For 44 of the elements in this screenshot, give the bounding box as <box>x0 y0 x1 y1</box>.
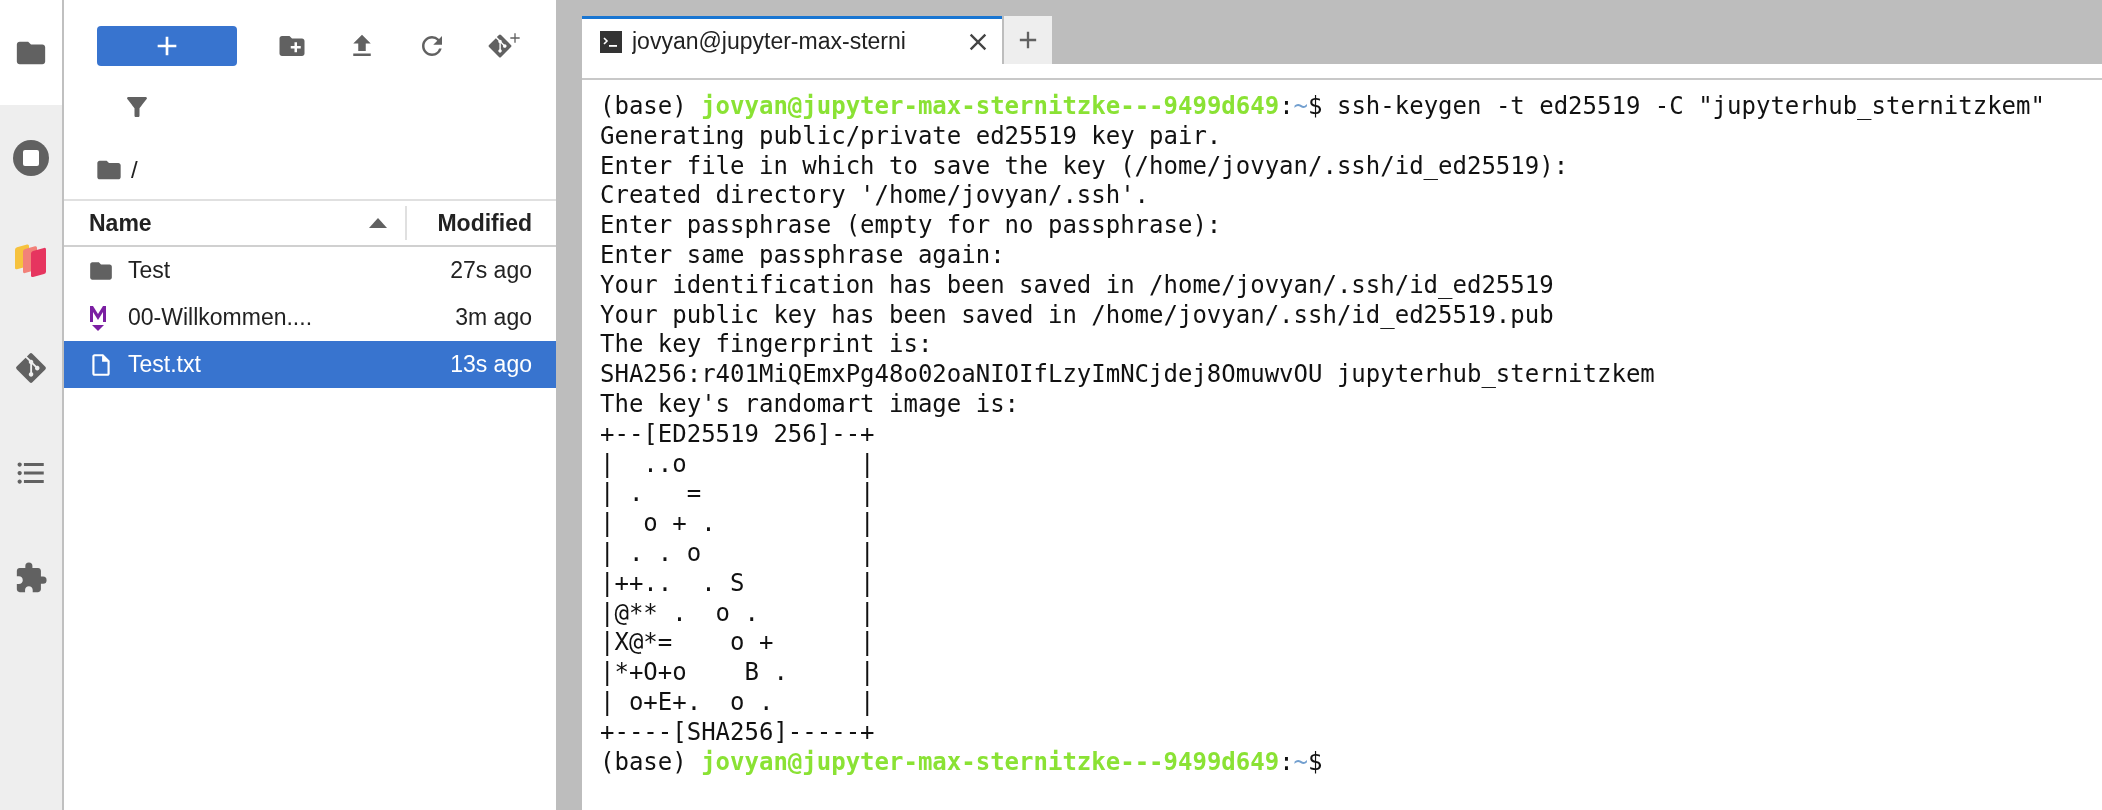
puzzle-icon[interactable] <box>14 560 48 595</box>
modified-time: 3m ago <box>455 304 532 331</box>
modified-time: 13s ago <box>450 351 532 378</box>
terminal-output: The key's randomart image is: <box>600 389 1021 420</box>
terminal-icon <box>600 30 622 53</box>
tab-title: jovyan@jupyter-max-sterni <box>632 28 907 55</box>
terminal-output: |X@*= o + | <box>600 628 876 659</box>
column-label: Name <box>89 209 152 237</box>
terminal-output: Enter same passphrase again: <box>600 241 1006 271</box>
file-row[interactable]: Test.txt 13s ago <box>64 341 556 388</box>
activity-tab[interactable] <box>0 0 62 105</box>
modified-time: 27s ago <box>450 257 532 284</box>
stop-circle-icon[interactable] <box>12 138 50 177</box>
terminal-output: | . = | <box>600 479 876 510</box>
new-tab-button[interactable] <box>1004 16 1052 64</box>
column-header[interactable]: Modified <box>407 209 556 237</box>
file-name: Test.txt <box>128 351 202 378</box>
terminal-output: +----[SHA256]-----+ <box>600 717 876 748</box>
git-icon[interactable] <box>14 350 48 385</box>
terminal-output: Generating public/private ed25519 key pair. <box>600 121 1223 152</box>
terminal-prompt: (base) jovyan@jupyter-max-sternitzke---9499d649:~$ <box>600 747 1324 778</box>
column-header[interactable]: Name <box>64 206 407 240</box>
breadcrumb[interactable]: / <box>131 155 138 184</box>
terminal-output: The key fingerprint is: <box>600 330 934 361</box>
terminal-output: |*+O+o B . | <box>600 658 876 688</box>
terminal-output: Enter passphrase (empty for no passphrase): <box>600 211 1223 241</box>
terminal-output: | . . o | <box>600 538 876 569</box>
file-name: 00-Willkommen.... <box>128 304 314 331</box>
markdown-icon <box>88 303 108 332</box>
terminal-output: +--[ED25519 256]--+ <box>600 419 876 450</box>
terminal-output: |++.. . S | <box>600 568 876 599</box>
terminal-tab[interactable]: jovyan@jupyter-max-sterni <box>582 16 1002 64</box>
terminal-output: |@** . o . | <box>600 598 876 629</box>
terminal-output: Your public key has been saved in /home/jovyan/.ssh/id_ed25519.pub <box>600 300 1555 331</box>
terminal-output: | o+E+. o . | <box>600 687 876 718</box>
terminal-output: Created directory '/home/jovyan/.ssh'. <box>600 181 1151 212</box>
terminal-prompt: (base) jovyan@jupyter-max-sternitzke---9499d649:~$ ssh-keygen -t ed25519 -C "jupyterhub_sternitzkem" <box>600 92 2046 122</box>
terminal-output: Enter file in which to save the key (/home/jovyan/.ssh/id_ed25519): <box>600 151 1570 182</box>
terminal-output: | o + . | <box>600 509 876 539</box>
terminal-output: SHA256:r401MiQEmxPg48o02oaNIOIfLzyImNCjdej8OmuwvOU jupyterhub_sternitzkem <box>600 360 1656 390</box>
terminal-output: Your identification has been saved in /home/jovyan/.ssh/id_ed25519 <box>600 270 1555 301</box>
file-name: Test <box>128 257 172 284</box>
git-clone-icon[interactable] <box>487 33 523 59</box>
terminal-output: | ..o | <box>600 449 876 480</box>
